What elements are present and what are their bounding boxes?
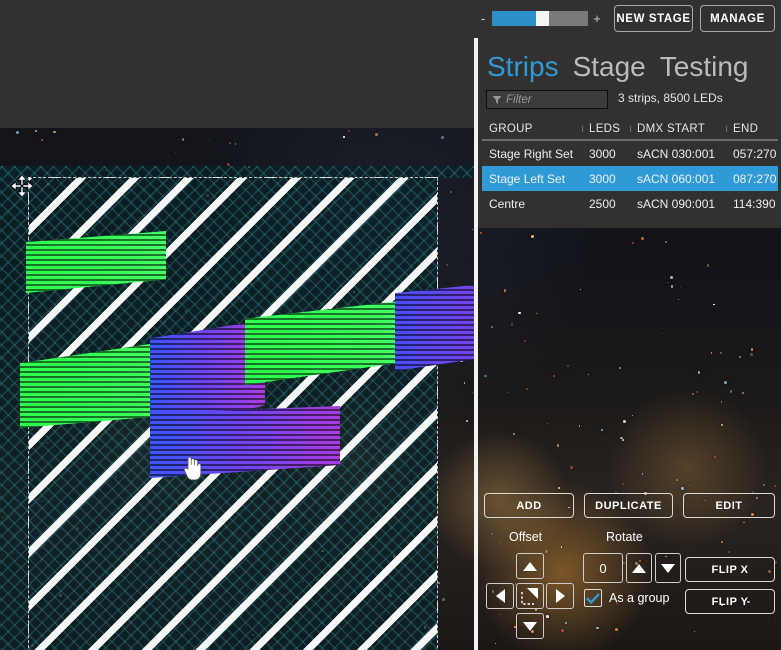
zoom-out-icon[interactable]: - bbox=[479, 12, 487, 25]
offset-up-button[interactable] bbox=[516, 553, 544, 579]
cell-group: Centre bbox=[489, 196, 526, 211]
column-header-group[interactable]: GROUP bbox=[482, 123, 582, 135]
canvas-top-fill bbox=[0, 38, 476, 128]
cell-dmx_start: sACN 030:001 bbox=[637, 146, 716, 161]
strip-count-summary: 3 strips, 8500 LEDs bbox=[618, 91, 723, 105]
app-window: - + NEW STAGE MANAGE Strips Stage Testin… bbox=[0, 0, 781, 650]
zoom-slider-track[interactable] bbox=[492, 11, 588, 26]
filter-placeholder: Filter bbox=[506, 93, 532, 106]
offset-left-button[interactable] bbox=[486, 583, 514, 609]
rotate-increment-button[interactable] bbox=[626, 553, 652, 583]
check-icon bbox=[586, 592, 600, 604]
flip-x-button[interactable]: FLIP X bbox=[685, 557, 775, 582]
table-row[interactable]: Stage Left Set 3000 sACN 060:001 087:270 bbox=[482, 166, 778, 191]
offset-resize-button[interactable] bbox=[516, 583, 544, 609]
tab-stage[interactable]: Stage bbox=[573, 51, 646, 83]
offset-down-button[interactable] bbox=[516, 613, 544, 639]
filter-input[interactable]: Filter bbox=[486, 90, 608, 109]
duplicate-button[interactable]: DUPLICATE bbox=[584, 493, 673, 518]
offset-label: Offset bbox=[509, 530, 543, 544]
zoom-slider[interactable]: - + bbox=[479, 11, 601, 26]
new-stage-button[interactable]: NEW STAGE bbox=[614, 5, 693, 32]
panel-tabs: Strips Stage Testing bbox=[487, 51, 748, 83]
manage-button[interactable]: MANAGE bbox=[700, 5, 775, 32]
cell-group: Stage Left Set bbox=[489, 171, 566, 186]
add-button[interactable]: ADD bbox=[484, 493, 574, 518]
stage-canvas[interactable] bbox=[0, 38, 476, 650]
strips-panel: Strips Stage Testing Filter 3 strips, 85… bbox=[478, 38, 781, 650]
tab-strips[interactable]: Strips bbox=[487, 51, 559, 83]
table-body: Stage Right Set 3000 sACN 030:001 057:270 St… bbox=[482, 141, 778, 216]
as-a-group-checkbox[interactable]: As a group bbox=[584, 589, 669, 607]
column-header-end[interactable]: END bbox=[726, 123, 778, 135]
cell-dmx_start: sACN 090:001 bbox=[637, 196, 716, 211]
table-header-row: GROUP LEDS DMX START END bbox=[482, 118, 778, 141]
cell-leds: 3000 bbox=[589, 171, 616, 186]
checkbox-box[interactable] bbox=[584, 589, 602, 607]
cell-leds: 3000 bbox=[589, 146, 616, 161]
table-row[interactable]: Centre 2500 sACN 090:001 114:390 bbox=[482, 191, 778, 216]
flip-y-button[interactable]: FLIP Y bbox=[685, 589, 775, 614]
hand-cursor-icon bbox=[182, 452, 204, 482]
cell-group: Stage Right Set bbox=[489, 146, 574, 161]
rotate-label: Rotate bbox=[606, 530, 643, 544]
tab-testing[interactable]: Testing bbox=[660, 51, 749, 83]
cell-end: 114:390 bbox=[733, 196, 776, 211]
move-icon[interactable] bbox=[10, 174, 34, 198]
cell-leds: 2500 bbox=[589, 196, 616, 211]
as-a-group-label: As a group bbox=[609, 591, 670, 605]
offset-right-button[interactable] bbox=[546, 583, 574, 609]
top-toolbar: - + NEW STAGE MANAGE bbox=[0, 0, 781, 38]
zoom-slider-handle[interactable] bbox=[536, 11, 550, 26]
rotate-value-field[interactable]: 0 bbox=[583, 553, 623, 583]
rotate-decrement-button[interactable] bbox=[655, 553, 681, 583]
column-header-leds[interactable]: LEDS bbox=[582, 123, 630, 135]
zoom-in-icon[interactable]: + bbox=[593, 12, 601, 25]
zoom-slider-fill bbox=[492, 11, 537, 26]
strips-table: GROUP LEDS DMX START END Stage Right Set… bbox=[482, 118, 778, 216]
cell-end: 087:270 bbox=[733, 171, 777, 186]
table-row[interactable]: Stage Right Set 3000 sACN 030:001 057:270 bbox=[482, 141, 778, 166]
column-header-dmx-start[interactable]: DMX START bbox=[630, 123, 726, 135]
selection-guide-horizontal bbox=[28, 177, 438, 178]
cell-dmx_start: sACN 060:001 bbox=[637, 171, 716, 186]
edit-button[interactable]: EDIT bbox=[683, 493, 775, 518]
filter-funnel-icon bbox=[492, 95, 502, 105]
cell-end: 057:270 bbox=[733, 146, 777, 161]
